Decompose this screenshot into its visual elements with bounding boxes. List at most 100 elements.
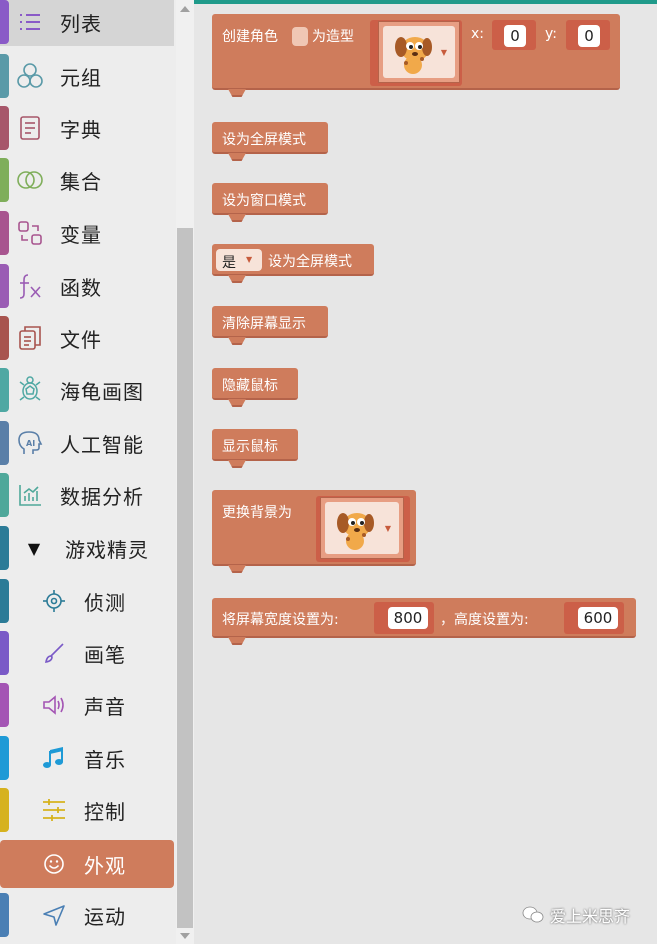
block-text: 将屏幕宽度设置为: <box>222 612 339 628</box>
sound-icon <box>40 691 68 719</box>
category-pen[interactable]: 画笔 <box>0 629 174 677</box>
scrollbar-thumb[interactable] <box>177 228 193 928</box>
category-label: 元组 <box>60 65 102 90</box>
block-text: 隐藏鼠标 <box>222 378 278 394</box>
block-text: 设为全屏模式 <box>222 132 306 148</box>
category-motion[interactable]: 运动 <box>0 891 174 939</box>
category-label: 游戏精灵 <box>65 537 149 562</box>
control-icon <box>40 796 68 824</box>
category-label: 外观 <box>84 853 126 878</box>
block-text: 创建角色 <box>222 29 278 45</box>
set-window-mode-block[interactable]: 设为窗口模式 <box>212 183 328 222</box>
category-label: 数据分析 <box>60 484 144 509</box>
dog-icon <box>389 29 437 81</box>
clear-screen-block[interactable]: 清除屏幕显示 <box>212 306 328 345</box>
dropdown-arrow-icon: ▼ <box>384 524 391 533</box>
category-label: 文件 <box>60 327 102 352</box>
set-screen-size-block[interactable]: 将屏幕宽度设置为: 800 ，高度设置为: 600 <box>212 598 636 645</box>
detect-icon <box>40 587 68 615</box>
block-workspace: 创建角色 为造型 ▼ x: 0 y: 0 设为全屏模式 设为窗口模式 是 ▼ 设… <box>194 0 657 944</box>
list-icon <box>16 8 44 36</box>
sidebar-scrollbar[interactable] <box>176 0 194 944</box>
chevron-down-icon <box>180 932 190 939</box>
category-label: 音乐 <box>84 747 126 772</box>
scroll-down-arrow[interactable] <box>176 927 194 944</box>
category-data-analysis[interactable]: 数据分析 <box>0 471 174 519</box>
chevron-up-icon <box>180 5 190 12</box>
dropdown-value: 是 <box>222 255 236 271</box>
category-label: 字典 <box>60 117 102 142</box>
watermark: 爱上米思齐 <box>522 903 630 927</box>
category-label: 画笔 <box>84 642 126 667</box>
category-function[interactable]: 函数 <box>0 262 174 310</box>
set-background-block[interactable]: 更换背景为 ▼ <box>212 490 416 573</box>
category-file[interactable]: 文件 <box>0 314 174 362</box>
category-variable[interactable]: 变量 <box>0 209 174 257</box>
block-text: ，高度设置为: <box>440 612 529 628</box>
block-text: 更换背景为 <box>222 505 292 521</box>
category-list[interactable]: 列表 <box>0 0 174 46</box>
category-ai[interactable]: AI 人工智能 <box>0 419 174 467</box>
block-text: y: <box>545 26 557 42</box>
dictionary-icon <box>16 114 44 142</box>
category-turtle[interactable]: 海龟画图 <box>0 366 174 414</box>
category-sound[interactable]: 声音 <box>0 681 174 729</box>
motion-icon <box>40 901 68 929</box>
category-set[interactable]: 集合 <box>0 156 174 204</box>
boolean-dropdown[interactable]: 是 ▼ <box>216 249 262 271</box>
category-music[interactable]: 音乐 <box>0 734 174 782</box>
category-game-sprite[interactable]: ▼ 游戏精灵 <box>0 524 174 572</box>
block-text: x: <box>471 26 485 42</box>
block-text: 设为全屏模式 <box>268 254 352 270</box>
music-icon <box>40 744 68 772</box>
y-input[interactable]: 0 <box>578 25 600 47</box>
category-label: 列表 <box>60 11 102 36</box>
scroll-up-arrow[interactable] <box>176 0 194 17</box>
wechat-icon <box>522 906 544 923</box>
smile-icon <box>40 850 68 878</box>
category-label: 侦测 <box>84 590 126 615</box>
width-input[interactable]: 800 <box>388 607 428 629</box>
category-label: 海龟画图 <box>60 379 144 404</box>
block-text: 设为窗口模式 <box>222 193 306 209</box>
file-icon <box>16 324 44 352</box>
category-tuple[interactable]: 元组 <box>0 52 174 100</box>
chart-icon <box>16 481 44 509</box>
category-label: 控制 <box>84 799 126 824</box>
costume-picker[interactable]: ▼ <box>378 21 460 83</box>
variable-icon <box>16 219 44 247</box>
hide-mouse-block[interactable]: 隐藏鼠标 <box>212 368 298 407</box>
create-sprite-block[interactable]: 创建角色 为造型 ▼ x: 0 y: 0 <box>212 14 620 97</box>
category-label: 声音 <box>84 694 126 719</box>
category-label: 人工智能 <box>60 432 144 457</box>
set-icon <box>16 166 44 194</box>
category-label: 运动 <box>84 904 126 929</box>
category-detect[interactable]: 侦测 <box>0 577 174 625</box>
sprite-name-slot[interactable] <box>292 27 308 46</box>
block-text: 显示鼠标 <box>222 439 278 455</box>
block-text: 为造型 <box>312 29 354 45</box>
dropdown-arrow-icon: ▼ <box>246 255 253 264</box>
set-fullscreen-block[interactable]: 设为全屏模式 <box>212 122 328 161</box>
block-text: 清除屏幕显示 <box>222 316 306 332</box>
tuple-icon <box>16 62 44 90</box>
height-input[interactable]: 600 <box>578 607 618 629</box>
category-sidebar: 列表 元组 字典 集合 变量 函数 文件 海龟画图 AI 人工智能 数据分析 ▼… <box>0 0 176 944</box>
ai-icon: AI <box>16 429 44 457</box>
x-input[interactable]: 0 <box>504 25 526 47</box>
function-icon <box>16 272 44 300</box>
show-mouse-block[interactable]: 显示鼠标 <box>212 429 298 468</box>
expand-arrow-icon[interactable]: ▼ <box>20 534 48 562</box>
dropdown-arrow-icon: ▼ <box>440 48 447 57</box>
category-appearance[interactable]: 外观 <box>0 840 174 888</box>
category-dictionary[interactable]: 字典 <box>0 104 174 152</box>
toggle-fullscreen-block[interactable]: 是 ▼ 设为全屏模式 <box>212 244 374 283</box>
category-control[interactable]: 控制 <box>0 786 174 834</box>
svg-text:AI: AI <box>26 439 35 448</box>
category-label: 变量 <box>60 222 102 247</box>
turtle-icon <box>16 376 44 404</box>
pen-icon <box>40 639 68 667</box>
category-label: 函数 <box>60 275 102 300</box>
category-label: 集合 <box>60 169 102 194</box>
background-picker[interactable]: ▼ <box>320 497 404 559</box>
